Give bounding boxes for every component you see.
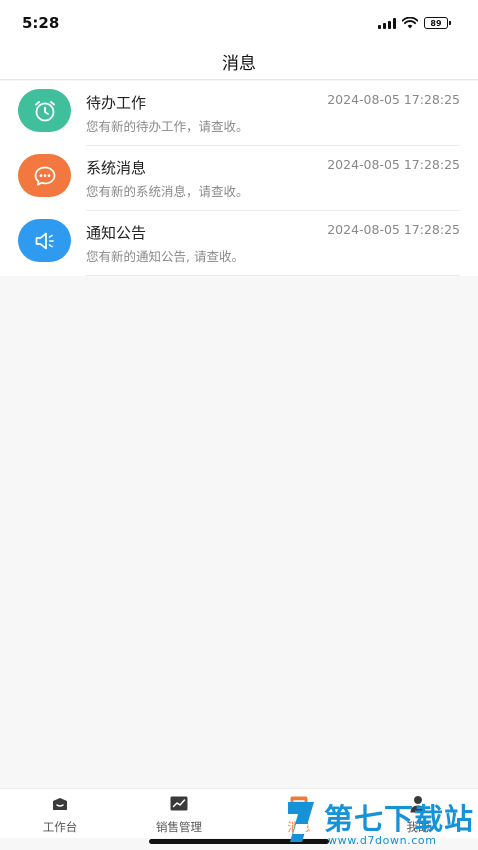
- message-title: 待办工作: [86, 94, 147, 112]
- todo-avatar: [18, 89, 71, 132]
- message-body: 系统消息 2024-08-05 17:28:25 您有新的系统消息，请查收。: [86, 146, 460, 211]
- status-time: 5:28: [22, 14, 60, 32]
- watermark-text: 第七下载站: [324, 802, 475, 836]
- notice-avatar: [18, 219, 71, 262]
- tab-label: 工作台: [42, 820, 78, 834]
- watermark-logo-icon: [288, 802, 314, 842]
- tab-workbench[interactable]: 工作台: [15, 793, 105, 837]
- system-avatar: [18, 154, 71, 197]
- message-item-system[interactable]: 系统消息 2024-08-05 17:28:25 您有新的系统消息，请查收。: [0, 146, 478, 211]
- message-list: 待办工作 2024-08-05 17:28:25 您有新的待办工作，请查收。 系…: [0, 81, 478, 276]
- watermark-url: www.d7down.com: [328, 834, 437, 847]
- message-time: 2024-08-05 17:28:25: [327, 92, 460, 107]
- message-time: 2024-08-05 17:28:25: [327, 222, 460, 237]
- wifi-icon: [402, 17, 418, 29]
- battery-icon: 89: [424, 17, 451, 29]
- chat-bubble-icon: [34, 166, 55, 186]
- message-item-notice[interactable]: 通知公告 2024-08-05 17:28:25 您有新的通知公告, 请查收。: [0, 211, 478, 276]
- message-body: 待办工作 2024-08-05 17:28:25 您有新的待办工作，请查收。: [86, 81, 460, 146]
- battery-level: 89: [430, 18, 442, 28]
- alarm-clock-icon: [34, 100, 55, 121]
- message-desc: 您有新的通知公告, 请查收。: [86, 249, 244, 264]
- status-bar: 5:28 89: [0, 0, 478, 44]
- nav-header: 消息: [0, 44, 478, 80]
- tab-sales[interactable]: 销售管理: [134, 793, 224, 837]
- message-desc: 您有新的系统消息，请查收。: [86, 184, 249, 199]
- message-title: 系统消息: [86, 159, 147, 177]
- tab-label: 销售管理: [156, 820, 202, 834]
- watermark: 第七下载站 www.d7down.com: [284, 792, 478, 850]
- message-item-todo[interactable]: 待办工作 2024-08-05 17:28:25 您有新的待办工作，请查收。: [0, 81, 478, 146]
- page-title: 消息: [222, 54, 256, 74]
- message-time: 2024-08-05 17:28:25: [327, 157, 460, 172]
- workbench-icon: [50, 793, 70, 815]
- message-title: 通知公告: [86, 224, 147, 242]
- message-body: 通知公告 2024-08-05 17:28:25 您有新的通知公告, 请查收。: [86, 211, 460, 276]
- speaker-icon: [35, 232, 54, 249]
- cellular-signal-icon: [378, 17, 396, 29]
- message-desc: 您有新的待办工作，请查收。: [86, 119, 249, 134]
- sales-chart-icon: [169, 793, 189, 815]
- status-icons: 89: [378, 16, 451, 30]
